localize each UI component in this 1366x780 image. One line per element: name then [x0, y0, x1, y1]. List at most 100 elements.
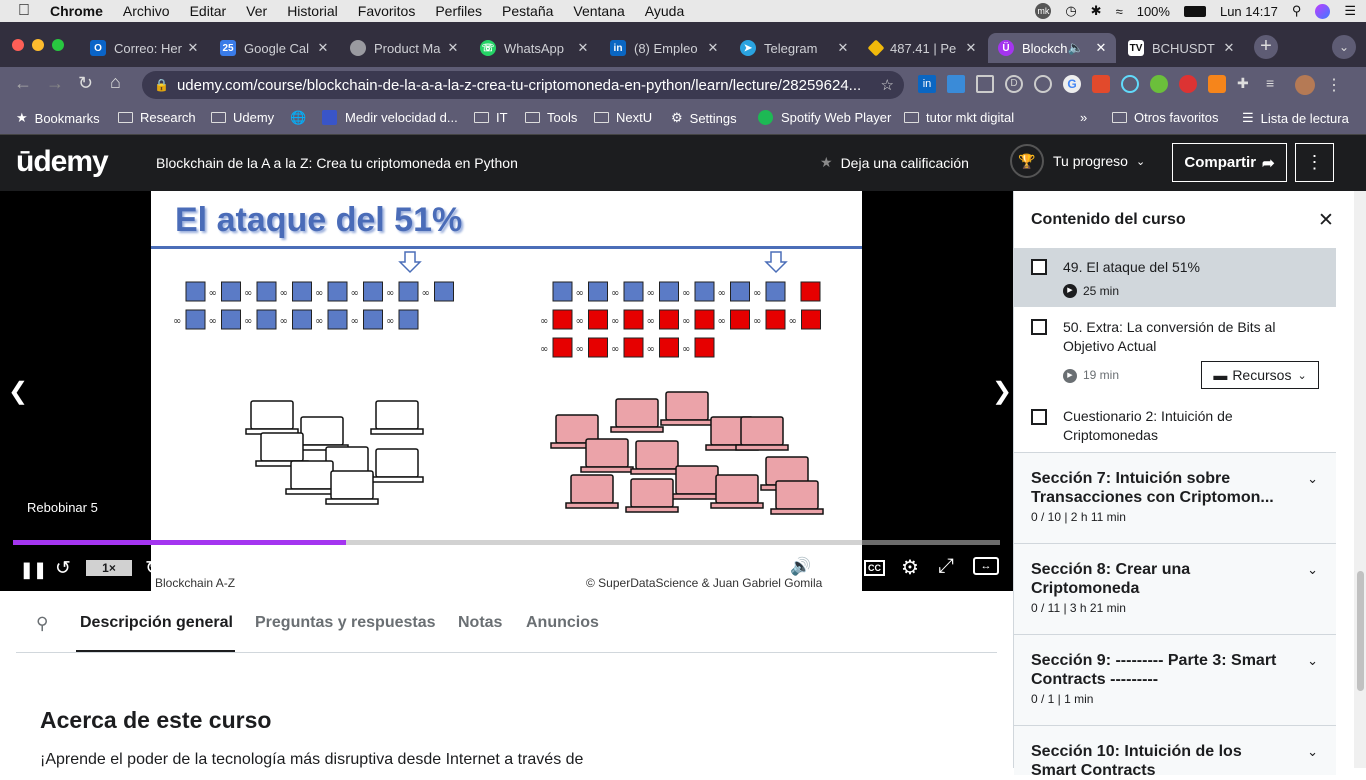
google-ext-icon[interactable]: G: [1063, 75, 1081, 93]
close-icon[interactable]: ✕: [962, 40, 980, 56]
chevron-down-icon[interactable]: ⌄: [1307, 653, 1318, 669]
new-tab-button[interactable]: +: [1254, 35, 1278, 59]
puzzle-icon[interactable]: ✚: [1237, 75, 1255, 93]
bookmarks-overflow-icon[interactable]: »: [1080, 110, 1087, 125]
close-icon[interactable]: ✕: [1092, 40, 1110, 56]
window-minimize-button[interactable]: [32, 39, 44, 51]
d-ext-icon[interactable]: D: [1005, 75, 1023, 93]
more-vert-icon[interactable]: ⋮: [1326, 75, 1342, 95]
close-icon[interactable]: ✕: [1318, 209, 1334, 232]
speaker-icon[interactable]: 🔈: [1068, 40, 1084, 56]
transcript-icon[interactable]: ▤: [828, 556, 845, 577]
prev-lecture-chevron-icon[interactable]: ❮: [8, 377, 28, 406]
menu-app-name[interactable]: Chrome: [50, 3, 103, 19]
menu-ver[interactable]: Ver: [246, 3, 267, 19]
battery-percent[interactable]: 100%: [1137, 4, 1170, 19]
home-icon[interactable]: ⌂: [110, 72, 121, 93]
menu-favoritos[interactable]: Favoritos: [358, 3, 416, 19]
video-player[interactable]: El ataque del 51% ∞ ∞ ∞ ∞ ∞ ∞ ∞ ∞ ∞ ∞ ∞ ∞ ∞ ∞ ∞ ∞ ∞ ∞ ∞ ∞ ∞ ∞…: [0, 191, 1013, 591]
search-icon[interactable]: ⚲: [36, 614, 48, 634]
rate-button[interactable]: ★ Deja una calificación: [820, 154, 969, 171]
tab-anuncios[interactable]: Anuncios: [526, 614, 599, 632]
bookmark-tutor[interactable]: tutor mkt digital: [904, 110, 1014, 125]
menu-ayuda[interactable]: Ayuda: [645, 3, 684, 19]
tab-outlook[interactable]: O Correo: Her ✕: [80, 33, 208, 63]
bookmark-bookmarks[interactable]: ★ Bookmarks: [16, 110, 100, 126]
course-title[interactable]: Blockchain de la A a la Z: Crea tu cript…: [156, 155, 518, 171]
search-icon[interactable]: ⚲: [1292, 3, 1302, 19]
ext-red-icon[interactable]: [1092, 75, 1110, 93]
bookmark-spotify[interactable]: Spotify Web Player: [758, 110, 891, 125]
expand-icon[interactable]: ↔: [973, 557, 999, 575]
tab-linkedin[interactable]: in (8) Empleo ✕: [600, 33, 728, 63]
bookmark-globe[interactable]: 🌐: [290, 110, 306, 126]
volume-icon[interactable]: 🔊: [790, 557, 811, 577]
tab-product[interactable]: Product Ma ✕: [340, 33, 468, 63]
close-icon[interactable]: ✕: [184, 40, 202, 56]
bug-ext-icon[interactable]: [1179, 75, 1197, 93]
close-icon[interactable]: ✕: [444, 40, 462, 56]
apple-icon[interactable]: : [18, 2, 30, 20]
lecture-item[interactable]: 50. Extra: La conversión de Bits al Obje…: [1014, 307, 1336, 393]
bluetooth-icon[interactable]: ✱: [1091, 3, 1102, 19]
tab-telegram[interactable]: ➤ Telegram ✕: [730, 33, 858, 63]
section-7[interactable]: Sección 7: Intuición sobre Transacciones…: [1014, 452, 1336, 543]
extension-icon[interactable]: [947, 75, 965, 93]
tab-udemy-active[interactable]: Ü Blockch 🔈 ✕: [988, 33, 1116, 63]
forward-icon[interactable]: →: [46, 73, 64, 94]
playlist-icon[interactable]: ≡: [1266, 75, 1284, 93]
menu-ventana[interactable]: Ventana: [573, 3, 624, 19]
sidebar-scrollbar[interactable]: [1354, 191, 1366, 768]
avatar[interactable]: [1295, 75, 1315, 95]
back-icon[interactable]: ←: [14, 73, 32, 94]
siri-icon[interactable]: [1315, 3, 1331, 19]
bookmark-udemy[interactable]: Udemy: [211, 110, 274, 125]
pause-icon[interactable]: ❚❚: [20, 560, 47, 580]
next-lecture-chevron-icon[interactable]: ❯: [992, 377, 1012, 406]
chevron-down-icon[interactable]: ⌄: [1307, 471, 1318, 487]
menu-perfiles[interactable]: Perfiles: [435, 3, 482, 19]
bookmark-research[interactable]: Research: [118, 110, 196, 125]
quiz-checkbox[interactable]: [1031, 409, 1047, 425]
tab-search-button[interactable]: ⌄: [1332, 35, 1356, 59]
tab-binance[interactable]: 487.41 | Pe ✕: [860, 33, 986, 63]
chevron-down-icon[interactable]: ⌄: [1307, 744, 1318, 760]
time-machine-icon[interactable]: ◷: [1065, 3, 1076, 19]
tab-preguntas[interactable]: Preguntas y respuestas: [255, 614, 436, 632]
bookmark-medir[interactable]: Medir velocidad d...: [322, 110, 458, 125]
reload-icon[interactable]: ↻: [78, 73, 93, 94]
tab-tradingview[interactable]: TV BCHUSDT ✕: [1118, 33, 1244, 63]
share-button[interactable]: Compartir ➦: [1172, 143, 1287, 182]
close-icon[interactable]: ✕: [1220, 40, 1238, 56]
lecture-item-active[interactable]: 49. El ataque del 51% ▶ 25 min: [1014, 249, 1336, 307]
close-icon[interactable]: ✕: [704, 40, 722, 56]
address-bar[interactable]: 🔒 udemy.com/course/blockchain-de-la-a-a-…: [142, 71, 904, 99]
linkedin-ext-icon[interactable]: in: [918, 75, 936, 93]
settings-gear-icon[interactable]: ⚙: [901, 555, 919, 580]
chevron-down-icon[interactable]: ⌄: [1307, 562, 1318, 578]
menu-pestana[interactable]: Pestaña: [502, 3, 553, 19]
udemy-logo[interactable]: ūdemy: [16, 145, 109, 179]
window-close-button[interactable]: [12, 39, 24, 51]
forward-icon[interactable]: ↻: [145, 557, 161, 580]
react-ext-icon[interactable]: [1121, 75, 1139, 93]
section-9[interactable]: Sección 9: --------- Parte 3: Smart Cont…: [1014, 634, 1336, 725]
bookmark-lista[interactable]: ☰ Lista de lectura: [1242, 110, 1349, 126]
progress-track[interactable]: [13, 540, 1000, 545]
resources-button[interactable]: ▬ Recursos ⌄: [1201, 361, 1319, 389]
frog-ext-icon[interactable]: [1150, 75, 1168, 93]
bookmark-otros[interactable]: Otros favoritos: [1112, 110, 1219, 125]
section-8[interactable]: Sección 8: Crear una Criptomoneda 0 / 11…: [1014, 543, 1336, 634]
progress-button[interactable]: 🏆 Tu progreso ⌄: [1010, 144, 1145, 178]
circle-ext-icon[interactable]: [1034, 75, 1052, 93]
speed-button[interactable]: 1×: [86, 560, 132, 576]
window-zoom-button[interactable]: [52, 39, 64, 51]
close-icon[interactable]: ✕: [314, 40, 332, 56]
wifi-icon[interactable]: ≈: [1116, 4, 1123, 19]
control-center-icon[interactable]: ☰: [1344, 3, 1356, 19]
quiz-item[interactable]: Cuestionario 2: Intuición de Criptomoned…: [1014, 397, 1336, 451]
tab-descripcion[interactable]: Descripción general: [80, 614, 233, 632]
clock[interactable]: Lun 14:17: [1220, 4, 1278, 19]
metamask-icon[interactable]: [1208, 75, 1226, 93]
tab-whatsapp[interactable]: ☏ WhatsApp ✕: [470, 33, 598, 63]
